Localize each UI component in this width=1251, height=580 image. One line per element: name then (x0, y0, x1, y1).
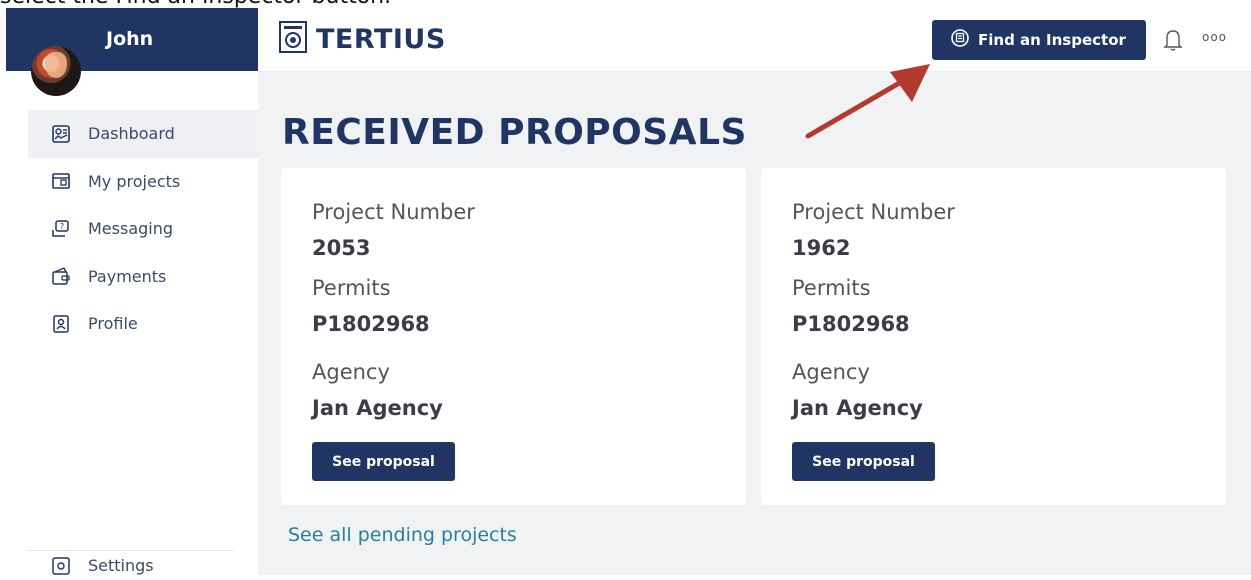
agency-label: Agency (312, 360, 390, 384)
permits-value: P1802968 (792, 312, 910, 336)
projects-icon (52, 172, 70, 190)
sidebar-item-dashboard[interactable]: Dashboard (28, 110, 258, 158)
messaging-icon: ? (52, 220, 70, 238)
search-inspector-icon (950, 28, 970, 52)
tertius-logo-icon (278, 20, 308, 58)
permits-label: Permits (792, 276, 871, 300)
see-all-pending-projects-link[interactable]: See all pending projects (288, 524, 517, 546)
sidebar-item-label: Messaging (88, 219, 174, 239)
sidebar-item-label: My projects (88, 171, 181, 191)
user-name: John (106, 28, 154, 50)
sidebar-nav: Dashboard My projects ? Messaging Paymen… (28, 110, 258, 348)
settings-icon (52, 556, 70, 575)
main-content: RECEIVED PROPOSALS Project Number 2053 P… (258, 72, 1251, 575)
agency-label: Agency (792, 360, 870, 384)
annotation-arrow-icon (805, 64, 930, 139)
sidebar-item-profile[interactable]: Profile (28, 300, 258, 348)
sidebar-item-messaging[interactable]: ? Messaging (28, 205, 258, 253)
see-proposal-button[interactable]: See proposal (792, 442, 935, 481)
sidebar-item-label: Settings (88, 556, 154, 575)
sidebar-item-label: Payments (88, 266, 167, 286)
see-proposal-button[interactable]: See proposal (312, 442, 455, 481)
find-an-inspector-label: Find an Inspector (978, 31, 1126, 49)
brand-name: TERTIUS (316, 23, 446, 55)
more-options-icon[interactable]: ooo (1202, 30, 1227, 44)
brand[interactable]: TERTIUS (278, 20, 446, 58)
top-bar: TERTIUS Find an Inspector ooo (258, 8, 1251, 72)
project-number-label: Project Number (792, 200, 955, 224)
page-title: RECEIVED PROPOSALS (282, 112, 747, 153)
project-number-label: Project Number (312, 200, 475, 224)
proposal-card: Project Number 2053 Permits P1802968 Age… (281, 168, 746, 505)
profile-icon (52, 315, 70, 333)
proposal-card: Project Number 1962 Permits P1802968 Age… (761, 168, 1226, 505)
sidebar-item-payments[interactable]: Payments (28, 253, 258, 301)
sidebar-item-label: Dashboard (88, 124, 175, 144)
sidebar-item-label: Profile (88, 314, 138, 334)
sidebar-item-my-projects[interactable]: My projects (28, 158, 258, 206)
permits-label: Permits (312, 276, 391, 300)
sidebar-item-settings[interactable]: Settings (28, 550, 234, 580)
find-an-inspector-button[interactable]: Find an Inspector (932, 20, 1146, 60)
project-number-value: 2053 (312, 236, 371, 260)
payments-icon (52, 267, 70, 285)
avatar[interactable] (31, 46, 81, 96)
permits-value: P1802968 (312, 312, 430, 336)
dashboard-icon (52, 124, 70, 143)
svg-text:?: ? (60, 222, 64, 231)
bell-icon[interactable] (1162, 28, 1184, 52)
instruction-caption: select the Find an Inspector button. (0, 0, 1251, 8)
project-number-value: 1962 (792, 236, 851, 260)
sidebar: John Dashboard My projects ? Messaging P (6, 8, 258, 575)
agency-value: Jan Agency (312, 396, 443, 420)
agency-value: Jan Agency (792, 396, 923, 420)
